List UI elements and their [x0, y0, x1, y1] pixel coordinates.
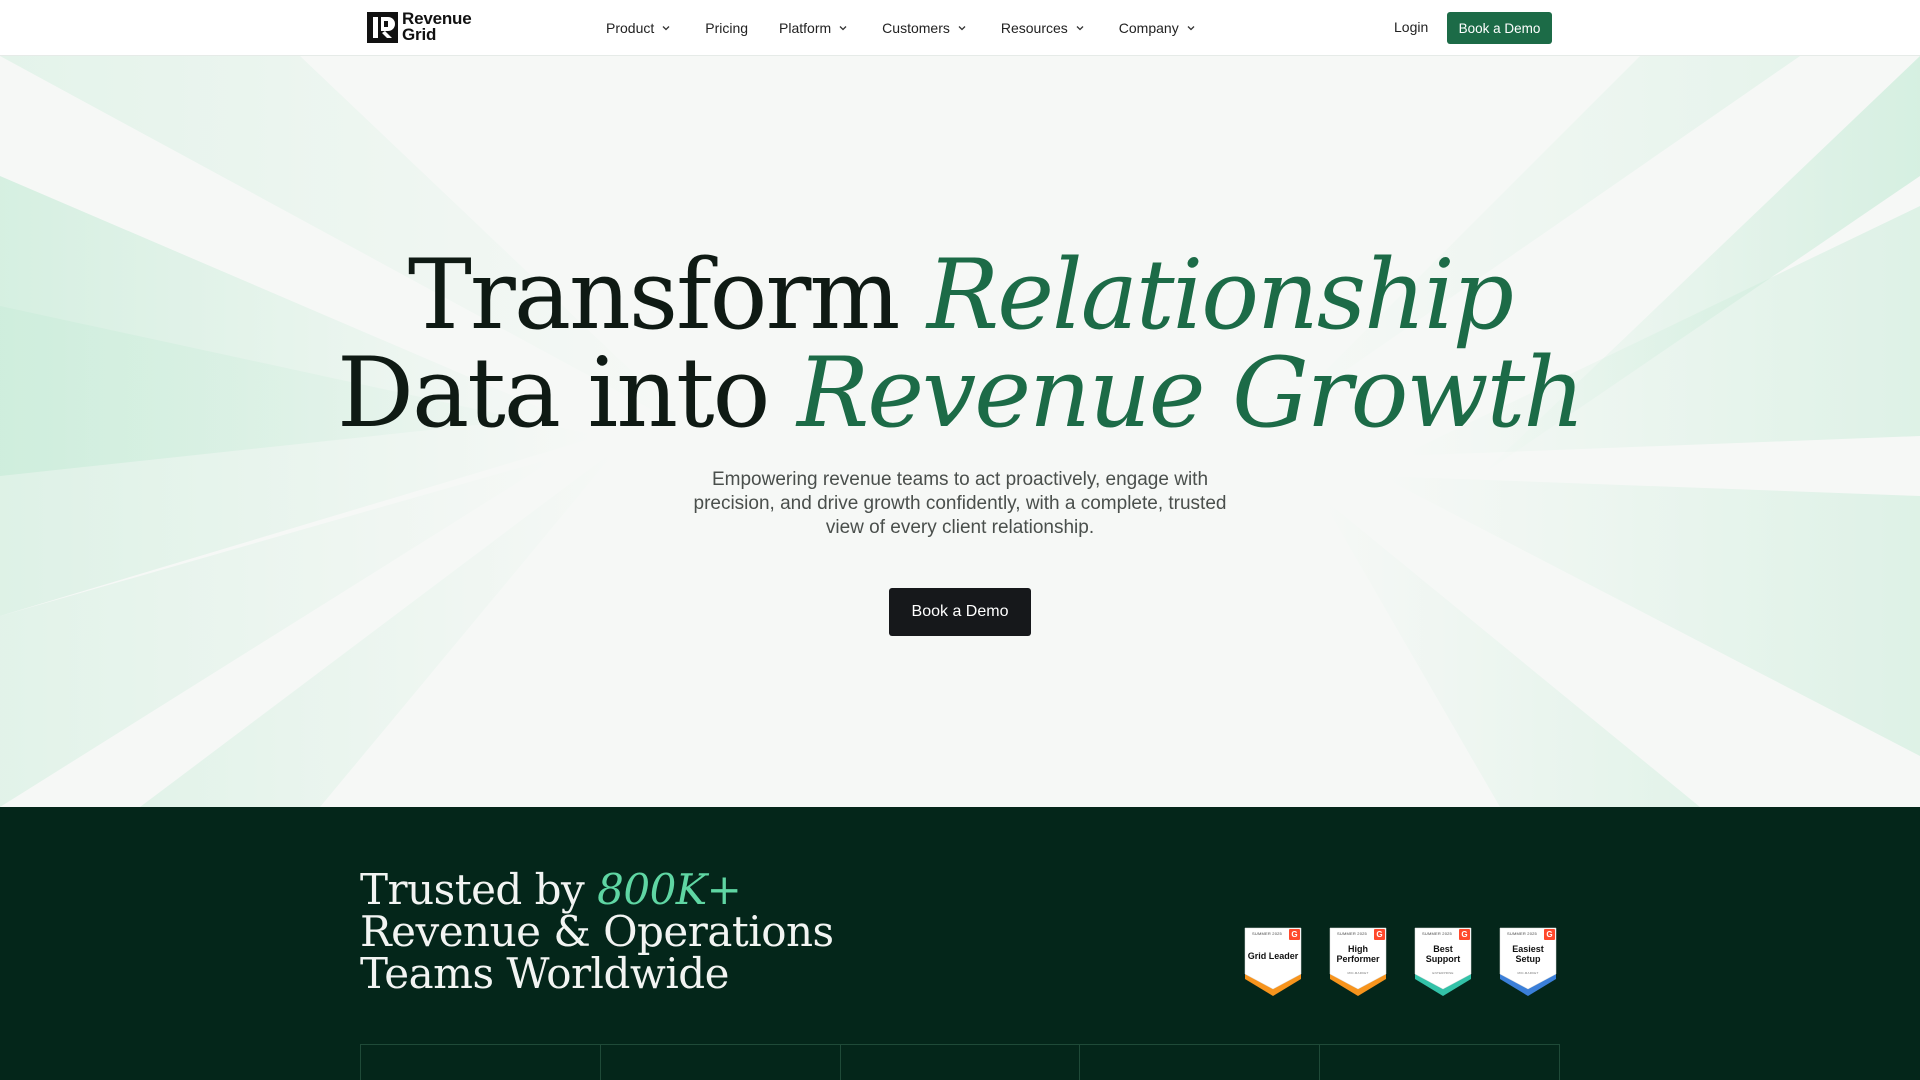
- badge-label: Best Support: [1425, 944, 1461, 964]
- chevron-down-icon: [1076, 26, 1084, 31]
- chevron-down-icon: [839, 26, 847, 31]
- g2-logo-icon: G: [1289, 929, 1300, 940]
- book-demo-nav-button[interactable]: Book a Demo: [1447, 12, 1552, 44]
- brand-logo[interactable]: Revenue Grid: [367, 10, 472, 44]
- trust-heading-line2: Revenue & Operations: [360, 907, 834, 956]
- logo-grid-cell: [1079, 1045, 1319, 1080]
- badge-segment: MID-MARKET: [1347, 971, 1369, 975]
- book-demo-hero-button[interactable]: Book a Demo: [889, 588, 1031, 636]
- chevron-down-icon: [662, 26, 670, 31]
- badge-season: SUMMER 2025: [1337, 931, 1367, 936]
- badge-season: SUMMER 2025: [1422, 931, 1452, 936]
- logo-grid-cell: [360, 1045, 600, 1080]
- trust-heading-line3: Teams Worldwide: [360, 949, 730, 998]
- logo-grid: [360, 1044, 1560, 1080]
- hero-headline-accent: Revenue Growth: [796, 337, 1585, 449]
- badge-season: SUMMER 2025: [1252, 931, 1282, 936]
- g2-badge-easiest-setup: SUMMER 2025 G Easiest Setup MID-MARKET: [1499, 927, 1557, 997]
- trust-heading: Trusted by 800K+ Revenue & Operations Te…: [360, 869, 834, 995]
- badge-segment: ENTERPRISE: [1432, 971, 1454, 975]
- nav-item-pricing[interactable]: Pricing: [705, 20, 748, 36]
- chevron-down-icon: [1187, 26, 1195, 31]
- revenue-grid-logo-icon: [367, 11, 398, 43]
- nav-item-customers[interactable]: Customers: [882, 20, 967, 36]
- trust-section: Trusted by 800K+ Revenue & Operations Te…: [0, 807, 1920, 1080]
- g2-logo-icon: G: [1544, 929, 1555, 940]
- nav-item-resources[interactable]: Resources: [1001, 20, 1085, 36]
- g2-badge-high-performer: SUMMER 2025 G High Performer MID-MARKET: [1329, 927, 1387, 997]
- logo-grid-cell: [1319, 1045, 1560, 1080]
- nav-item-label: Product: [606, 20, 655, 36]
- badge-label: Grid Leader: [1247, 951, 1299, 961]
- brand-name: Revenue Grid: [402, 10, 472, 44]
- hero-headline-plain: Data into: [336, 337, 797, 449]
- main-menu: Product Pricing Platform Customers Resou…: [606, 0, 1196, 56]
- nav-item-label: Customers: [882, 20, 950, 36]
- hero-headline: Transform Relationship Data into Revenue…: [0, 246, 1920, 442]
- nav-item-label: Platform: [779, 20, 832, 36]
- badge-label: Easiest Setup: [1512, 944, 1544, 964]
- award-badges: SUMMER 2025 G Grid Leader SUMMER 2025 G …: [1244, 927, 1557, 997]
- top-navigation: Revenue Grid Product Pricing Platform Cu…: [0, 0, 1920, 56]
- nav-item-label: Pricing: [705, 20, 749, 36]
- nav-item-product[interactable]: Product: [606, 20, 671, 36]
- g2-badge-grid-leader: SUMMER 2025 G Grid Leader: [1244, 927, 1302, 997]
- nav-item-label: Resources: [1000, 20, 1068, 36]
- logo-grid-cell: [599, 1045, 840, 1080]
- nav-item-platform[interactable]: Platform: [779, 20, 848, 36]
- badge-season: SUMMER 2025: [1507, 931, 1537, 936]
- g2-badge-best-support: SUMMER 2025 G Best Support ENTERPRISE: [1414, 927, 1472, 997]
- hero-headline-accent: Relationship: [926, 239, 1514, 351]
- brand-name-line2: Grid: [402, 25, 437, 44]
- chevron-down-icon: [958, 26, 966, 31]
- hero-section: Transform Relationship Data into Revenue…: [0, 56, 1920, 807]
- login-link[interactable]: Login: [1394, 19, 1428, 35]
- hero-headline-plain: Transform: [407, 239, 927, 351]
- logo-grid-cell: [839, 1045, 1080, 1080]
- nav-item-label: Company: [1118, 20, 1179, 36]
- hero-headline-line1: Transform Relationship: [0, 246, 1920, 344]
- nav-item-company[interactable]: Company: [1119, 20, 1196, 36]
- badge-label: High Performer: [1336, 944, 1380, 964]
- badge-segment: MID-MARKET: [1517, 971, 1539, 975]
- hero-headline-line2: Data into Revenue Growth: [0, 344, 1920, 442]
- trust-heading-line1: Trusted by 800K+: [360, 869, 834, 911]
- g2-logo-icon: G: [1459, 929, 1470, 940]
- hero-subtitle: Empowering revenue teams to act proactiv…: [693, 469, 1227, 538]
- g2-logo-icon: G: [1374, 929, 1385, 940]
